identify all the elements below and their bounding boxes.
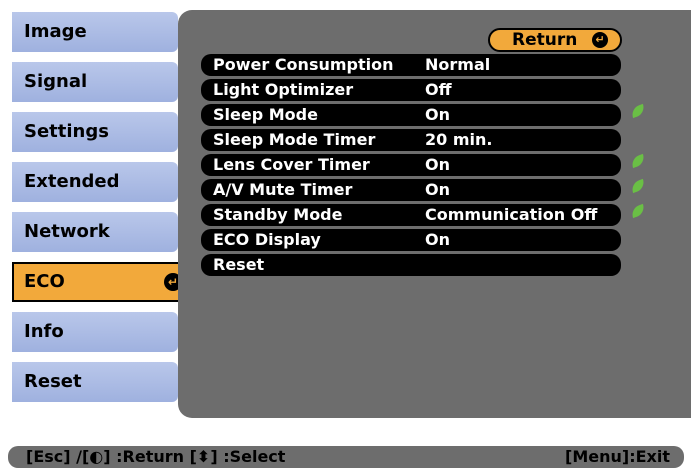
eco-leaf-icon bbox=[629, 103, 647, 119]
setting-value: Normal bbox=[425, 55, 491, 74]
tab-label: ECO bbox=[24, 271, 65, 292]
return-button[interactable]: Return ↵ bbox=[488, 28, 622, 52]
projector-menu: Image Signal Settings Extended Network E… bbox=[0, 0, 691, 420]
setting-label: Reset bbox=[213, 255, 265, 274]
setting-label: Sleep Mode Timer bbox=[213, 130, 376, 149]
tab-signal[interactable]: Signal bbox=[12, 62, 178, 102]
tab-eco[interactable]: ECO ↵ bbox=[12, 262, 192, 302]
tab-label: Image bbox=[24, 21, 87, 42]
setting-row-av-mute-timer[interactable]: A/V Mute Timer On bbox=[201, 178, 647, 201]
setting-value: On bbox=[425, 180, 450, 199]
setting-row-light-optimizer[interactable]: Light Optimizer Off bbox=[201, 79, 621, 101]
setting-row-sleep-mode-timer[interactable]: Sleep Mode Timer 20 min. bbox=[201, 129, 621, 151]
setting-value: Off bbox=[425, 80, 452, 99]
tab-label: Info bbox=[24, 321, 64, 342]
setting-label: Sleep Mode bbox=[213, 105, 318, 124]
setting-label: Standby Mode bbox=[213, 205, 343, 224]
tab-network[interactable]: Network bbox=[12, 212, 178, 252]
setting-label: Lens Cover Timer bbox=[213, 155, 370, 174]
setting-row-power-consumption[interactable]: Power Consumption Normal bbox=[201, 54, 621, 76]
setting-value: 20 min. bbox=[425, 130, 493, 149]
setting-label: Power Consumption bbox=[213, 55, 394, 74]
setting-label: A/V Mute Timer bbox=[213, 180, 353, 199]
status-exit: [Menu]:Exit bbox=[565, 447, 670, 466]
eco-leaf-icon bbox=[629, 178, 647, 194]
setting-row-lens-cover-timer[interactable]: Lens Cover Timer On bbox=[201, 153, 647, 176]
setting-row-eco-display[interactable]: ECO Display On bbox=[201, 229, 621, 251]
status-hints: [Esc] /[◐] :Return [⬍] :Select bbox=[26, 447, 286, 466]
eco-leaf-icon bbox=[629, 153, 647, 169]
setting-value: On bbox=[425, 105, 450, 124]
status-bar: [Esc] /[◐] :Return [⬍] :Select [Menu]:Ex… bbox=[0, 444, 691, 469]
setting-label: ECO Display bbox=[213, 230, 321, 249]
tab-label: Extended bbox=[24, 171, 120, 192]
setting-value: On bbox=[425, 230, 450, 249]
setting-row-standby-mode[interactable]: Standby Mode Communication Off bbox=[201, 203, 647, 226]
setting-value: Communication Off bbox=[425, 205, 598, 224]
eco-settings-panel: Return ↵ Power Consumption Normal Light … bbox=[178, 10, 691, 418]
status-pill: [Esc] /[◐] :Return [⬍] :Select [Menu]:Ex… bbox=[8, 446, 684, 468]
enter-icon: ↵ bbox=[592, 32, 608, 48]
setting-row-sleep-mode[interactable]: Sleep Mode On bbox=[201, 103, 647, 126]
tab-label: Settings bbox=[24, 121, 109, 142]
eco-leaf-icon bbox=[629, 203, 647, 219]
setting-value: On bbox=[425, 155, 450, 174]
tab-label: Signal bbox=[24, 71, 88, 92]
settings-list: Power Consumption Normal Light Optimizer… bbox=[201, 54, 647, 279]
return-label: Return bbox=[512, 30, 578, 50]
setting-label: Light Optimizer bbox=[213, 80, 354, 99]
tab-label: Network bbox=[24, 221, 110, 242]
setting-row-reset[interactable]: Reset bbox=[201, 254, 621, 276]
tab-info[interactable]: Info bbox=[12, 312, 178, 352]
tab-settings[interactable]: Settings bbox=[12, 112, 178, 152]
tab-extended[interactable]: Extended bbox=[12, 162, 178, 202]
tab-image[interactable]: Image bbox=[12, 12, 178, 52]
tab-reset[interactable]: Reset bbox=[12, 362, 178, 402]
tab-label: Reset bbox=[24, 371, 82, 392]
